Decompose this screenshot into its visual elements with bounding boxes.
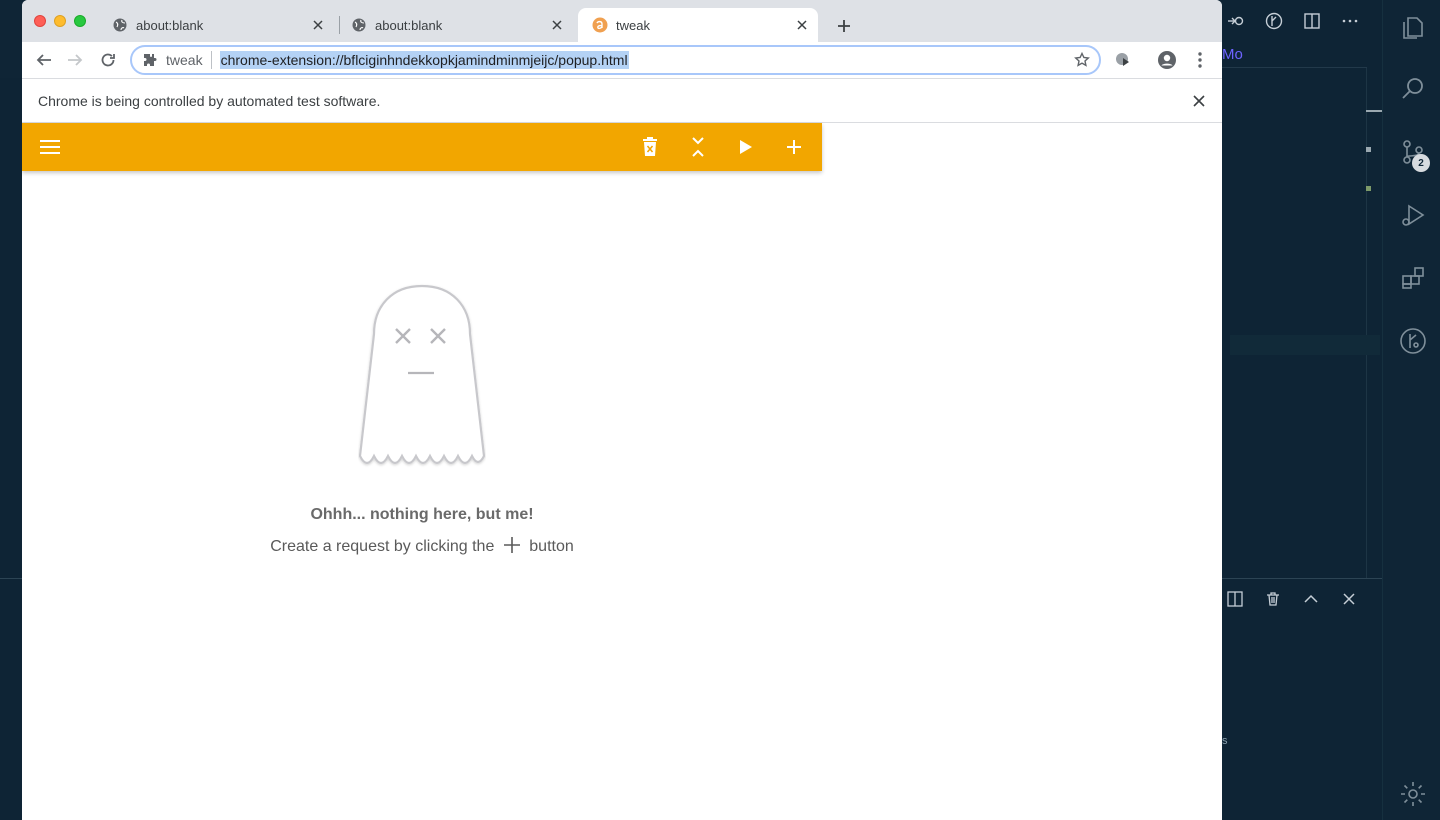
reload-button[interactable]: [94, 46, 122, 74]
url-text[interactable]: chrome-extension://bflciginhndekkopkjami…: [219, 51, 629, 69]
tab-strip: about:blank about:blank tweak: [22, 0, 1222, 42]
vscode-scrollbar-track: [1366, 68, 1367, 578]
new-tab-button[interactable]: [830, 12, 858, 40]
back-button[interactable]: [30, 46, 58, 74]
bookmark-star-icon[interactable]: [1073, 51, 1091, 69]
run-debug-icon[interactable]: [1397, 199, 1429, 231]
vscode-activity-bar: 2: [1382, 0, 1440, 820]
vscode-left-sliver: [0, 0, 22, 78]
split-editor-icon[interactable]: [1302, 11, 1322, 31]
close-infobar-icon[interactable]: [1190, 92, 1208, 110]
vscode-editor-actions: [1222, 0, 1382, 42]
tab-title: about:blank: [136, 17, 204, 33]
kill-terminal-icon[interactable]: [1264, 588, 1282, 610]
extension-action-icon[interactable]: [1112, 49, 1134, 71]
browser-toolbar: tweak chrome-extension://bflciginhndekko…: [22, 42, 1222, 78]
vscode-tab-row: Mo: [1222, 42, 1367, 68]
open-changes-icon[interactable]: [1226, 11, 1246, 31]
vscode-panel-divider-left: [0, 578, 22, 579]
tweak-toolbar: [22, 123, 822, 171]
empty-state-subtitle-before: Create a request by clicking the: [270, 538, 495, 555]
close-tab-icon[interactable]: [547, 15, 567, 35]
gitlens-icon[interactable]: [1264, 11, 1284, 31]
minimap-marker: [1366, 186, 1371, 191]
explorer-icon[interactable]: [1397, 12, 1429, 44]
minimize-window-button[interactable]: [54, 15, 66, 27]
scm-count-badge: 2: [1412, 154, 1430, 172]
split-terminal-icon[interactable]: [1226, 588, 1244, 610]
add-icon[interactable]: [781, 134, 807, 160]
extensions-icon[interactable]: [1397, 262, 1429, 294]
settings-gear-icon[interactable]: [1397, 778, 1429, 810]
infobar-message: Chrome is being controlled by automated …: [38, 93, 381, 109]
close-panel-icon[interactable]: [1340, 588, 1358, 610]
more-actions-icon[interactable]: [1340, 11, 1360, 31]
tab-tweak[interactable]: tweak: [578, 8, 818, 42]
extension-puzzle-icon: [142, 52, 158, 68]
collapse-all-icon[interactable]: [685, 134, 711, 160]
vscode-tab-label[interactable]: Mo: [1222, 46, 1243, 63]
close-tab-icon[interactable]: [308, 15, 328, 35]
tab-about-blank-1[interactable]: about:blank: [98, 8, 334, 42]
window-controls: [34, 15, 86, 27]
close-window-button[interactable]: [34, 15, 46, 27]
maximize-panel-icon[interactable]: [1302, 588, 1320, 610]
minimap-marker: [1366, 110, 1382, 112]
play-icon[interactable]: [733, 134, 759, 160]
vscode-panel-divider: [1222, 578, 1382, 579]
search-icon[interactable]: [1397, 73, 1429, 105]
address-bar[interactable]: tweak chrome-extension://bflciginhndekko…: [130, 45, 1101, 75]
tab-title: tweak: [616, 17, 650, 33]
tweak-favicon-icon: [592, 17, 608, 33]
globe-icon: [351, 17, 367, 33]
tab-title: about:blank: [375, 17, 443, 33]
empty-state-subtitle: Create a request by clicking the button: [22, 536, 822, 556]
tab-about-blank-2[interactable]: about:blank: [337, 8, 573, 42]
omnibox-separator: [210, 51, 212, 69]
automation-infobar: Chrome is being controlled by automated …: [22, 78, 1222, 123]
site-name-chip: tweak: [166, 52, 203, 68]
chrome-menu-icon[interactable]: [1189, 49, 1211, 71]
vscode-current-line: [1230, 335, 1380, 355]
vscode-terminal-text: s: [1222, 735, 1228, 747]
delete-all-icon[interactable]: [637, 134, 663, 160]
empty-state-subtitle-after: button: [529, 538, 574, 555]
vscode-panel-actions: [1226, 588, 1358, 610]
plus-icon: [503, 537, 520, 553]
zoom-window-button[interactable]: [74, 15, 86, 27]
close-tab-icon[interactable]: [792, 15, 812, 35]
empty-state-title: Ohhh... nothing here, but me!: [310, 506, 534, 523]
chrome-window: about:blank about:blank tweak tweak chro…: [22, 0, 1222, 820]
gitlens-activity-icon[interactable]: [1397, 325, 1429, 357]
minimap-marker: [1366, 147, 1371, 152]
menu-icon[interactable]: [37, 134, 63, 160]
forward-button[interactable]: [61, 46, 89, 74]
profile-avatar-icon[interactable]: [1156, 49, 1178, 71]
dead-ghost-illustration: [358, 284, 486, 465]
globe-icon: [112, 17, 128, 33]
